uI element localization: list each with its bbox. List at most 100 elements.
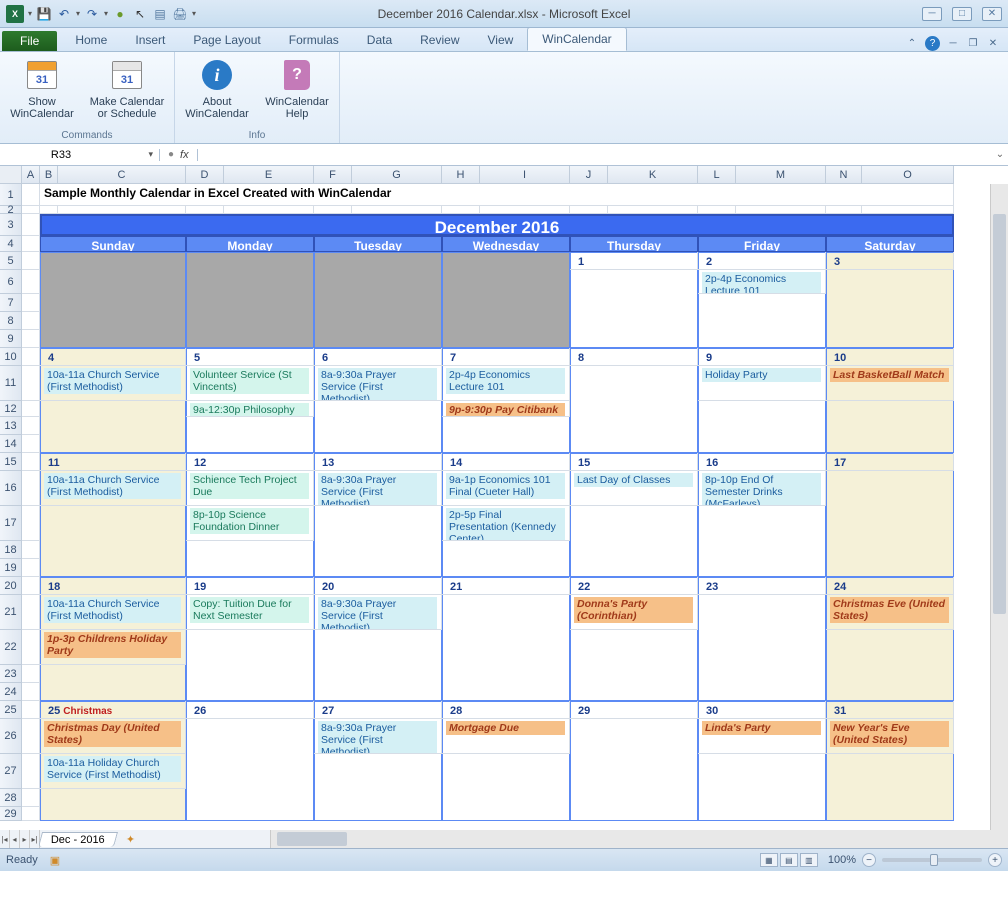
event[interactable]: Christmas Day (United States) [40,719,186,754]
make-calendar-button[interactable]: 31 Make Calendar or Schedule [88,56,166,128]
row-header[interactable]: 17 [0,506,22,541]
page-layout-view-button[interactable]: ▤ [780,853,798,867]
calendar-day-cell[interactable] [314,252,442,348]
name-box[interactable]: ▾ [0,149,160,161]
cell[interactable] [22,719,40,754]
row-header[interactable]: 27 [0,754,22,789]
qat-print-icon[interactable]: 🖨 [172,6,188,22]
cell[interactable] [22,417,40,435]
row-header[interactable]: 20 [0,577,22,595]
cell[interactable] [22,435,40,453]
row-header[interactable]: 9 [0,330,22,348]
column-header[interactable]: H [442,166,480,184]
cell[interactable] [22,595,40,630]
column-header[interactable]: M [736,166,826,184]
cell[interactable] [22,807,40,821]
row-header[interactable]: 18 [0,541,22,559]
cell[interactable] [22,252,40,270]
calendar-day-number[interactable]: 17 [826,453,954,471]
calendar-day-number[interactable]: 10 [826,348,954,366]
event[interactable]: Christmas Eve (United States) [826,595,954,630]
cell[interactable] [58,206,186,214]
calendar-day-number[interactable]: 9 [698,348,826,366]
calendar-day-number[interactable]: 19 [186,577,314,595]
column-header[interactable]: C [58,166,186,184]
event[interactable]: 10a-11a Church Service (First Methodist) [40,366,186,401]
cell[interactable] [736,206,826,214]
row-header[interactable]: 28 [0,789,22,807]
cell[interactable] [22,559,40,577]
row-header[interactable]: 19 [0,559,22,577]
row-header[interactable]: 25 [0,701,22,719]
cell[interactable] [40,206,58,214]
cell[interactable] [224,206,314,214]
calendar-day-number[interactable]: 30 [698,701,826,719]
calendar-day-number[interactable]: 27 [314,701,442,719]
cells-area[interactable]: Sample Monthly Calendar in Excel Created… [22,184,990,830]
row-header[interactable]: 3 [0,214,22,236]
row-header[interactable]: 6 [0,270,22,294]
sheet-title[interactable]: Sample Monthly Calendar in Excel Created… [40,184,954,206]
tab-view[interactable]: View [474,29,528,51]
cell[interactable] [22,184,40,206]
row-header[interactable]: 8 [0,312,22,330]
row-header[interactable]: 13 [0,417,22,435]
cell[interactable] [352,206,442,214]
calendar-day-number[interactable]: 29 [570,701,698,719]
column-header[interactable]: G [352,166,442,184]
row-header[interactable]: 22 [0,630,22,665]
normal-view-button[interactable]: ▦ [760,853,778,867]
row-header[interactable]: 11 [0,366,22,401]
event[interactable]: 8a-9:30a Prayer Service (First Methodist… [314,595,442,630]
show-wincalendar-button[interactable]: 31 Show WinCalendar [8,56,76,128]
cell[interactable] [22,506,40,541]
cell[interactable] [826,206,862,214]
calendar-day-header[interactable]: Tuesday [314,236,442,252]
column-header[interactable]: J [570,166,608,184]
column-header[interactable]: E [224,166,314,184]
calendar-day-number[interactable]: 13 [314,453,442,471]
column-header[interactable]: N [826,166,862,184]
hscroll-thumb[interactable] [277,832,347,846]
calendar-day-number[interactable]: 7 [442,348,570,366]
workbook-restore-icon[interactable]: ❐ [966,37,980,51]
row-header[interactable]: 24 [0,683,22,701]
zoom-slider-knob[interactable] [930,854,938,866]
cell[interactable] [22,701,40,719]
row-header[interactable]: 16 [0,471,22,506]
workbook-minimize-icon[interactable]: ─ [946,37,960,51]
event[interactable]: 9a-1p Economics 101 Final (Cueter Hall) [442,471,570,506]
calendar-day-number[interactable]: 25 Christmas [40,701,186,719]
qat-dropdown-icon[interactable]: ▾ [28,9,32,18]
qat-customize-icon[interactable]: ▾ [192,9,196,18]
calendar-day-number[interactable]: 5 [186,348,314,366]
calendar-day-header[interactable]: Wednesday [442,236,570,252]
event[interactable]: Mortgage Due [442,719,570,754]
cell[interactable] [22,665,40,683]
calendar-day-cell[interactable] [40,252,186,348]
calendar-day-cell[interactable] [442,252,570,348]
page-break-view-button[interactable]: ▥ [800,853,818,867]
cell[interactable] [608,206,698,214]
name-box-dropdown-icon[interactable]: ▾ [148,149,153,160]
calendar-day-cell[interactable] [442,577,570,701]
event[interactable]: 9a-12:30p Philosophy 101 [186,401,314,417]
column-header[interactable]: I [480,166,570,184]
event[interactable]: Schience Tech Project Due [186,471,314,506]
calendar-day-number[interactable]: 21 [442,577,570,595]
zoom-out-button[interactable]: − [862,853,876,867]
qat-icon-1[interactable]: ● [112,6,128,22]
calendar-month-header[interactable]: December 2016 [40,214,954,236]
calendar-day-number[interactable]: 2 [698,252,826,270]
row-header[interactable]: 15 [0,453,22,471]
cell[interactable] [442,206,480,214]
tab-page-layout[interactable]: Page Layout [179,29,274,51]
event[interactable]: Last BasketBall Match [826,366,954,401]
event[interactable]: 2p-4p Economics Lecture 101 [698,270,826,294]
macro-record-icon[interactable]: ▣ [50,854,60,867]
cell[interactable] [22,401,40,417]
row-header[interactable]: 5 [0,252,22,270]
calendar-day-number[interactable]: 4 [40,348,186,366]
select-all-corner[interactable] [0,166,22,184]
workbook-close-icon[interactable]: ✕ [986,37,1000,51]
